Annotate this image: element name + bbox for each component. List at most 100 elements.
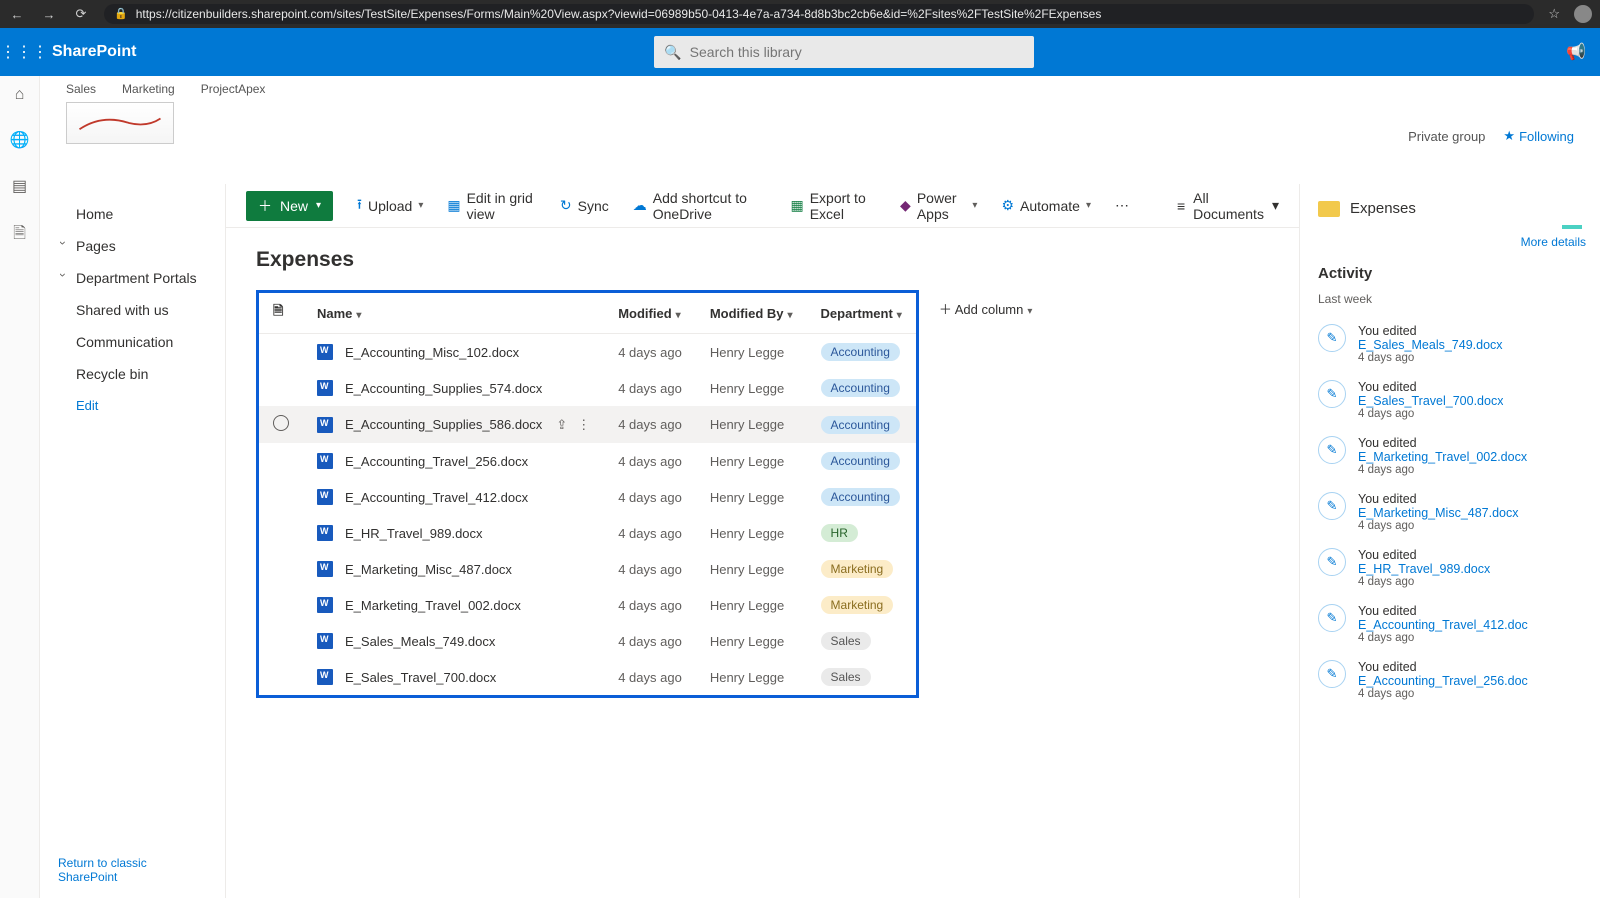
activity-item[interactable]: ✎You editedE_Accounting_Travel_256.docx4… — [1318, 652, 1600, 708]
app-launcher-icon[interactable]: ⋮⋮⋮ — [0, 42, 48, 62]
files-icon[interactable]: 🗎 — [13, 222, 26, 249]
activity-item[interactable]: ✎You editedE_HR_Travel_989.docx4 days ag… — [1318, 540, 1600, 596]
table-row[interactable]: E_HR_Travel_989.docx⇪⋮4 days agoHenry Le… — [259, 515, 916, 551]
add-column-button[interactable]: ＋ Add column▾ — [919, 290, 1053, 327]
table-row[interactable]: E_Accounting_Travel_256.docx⇪⋮4 days ago… — [259, 443, 916, 479]
modified-cell: 4 days ago — [604, 551, 696, 587]
view-switcher[interactable]: ≡All Documents▾ — [1177, 190, 1279, 222]
table-row[interactable]: E_Sales_Travel_700.docx⇪⋮4 days agoHenry… — [259, 659, 916, 695]
file-name[interactable]: E_Accounting_Misc_102.docx — [345, 345, 519, 360]
table-row[interactable]: E_Accounting_Supplies_574.docx⇪⋮4 days a… — [259, 370, 916, 406]
profile-avatar[interactable] — [1574, 5, 1592, 23]
file-name[interactable]: E_Accounting_Supplies_574.docx — [345, 381, 542, 396]
activity-time: 4 days ago — [1358, 352, 1503, 364]
table-row[interactable]: E_Marketing_Travel_002.docx⇪⋮4 days agoH… — [259, 587, 916, 623]
more-commands-button[interactable]: ⋯ — [1115, 197, 1129, 214]
automate-button[interactable]: ⚙Automate▾ — [1001, 197, 1091, 214]
globe-icon[interactable]: 🌐 — [10, 130, 30, 150]
top-link-marketing[interactable]: Marketing — [122, 82, 175, 96]
pencil-icon: ✎ — [1318, 492, 1346, 520]
activity-file-link[interactable]: E_HR_Travel_989.docx — [1358, 562, 1490, 576]
file-name[interactable]: E_Accounting_Supplies_586.docx — [345, 417, 542, 432]
activity-item[interactable]: ✎You editedE_Accounting_Travel_412.docx4… — [1318, 596, 1600, 652]
reload-button[interactable]: ⟳ — [72, 6, 90, 22]
modified-by-cell: Henry Legge — [696, 551, 807, 587]
nav-edit-link[interactable]: Edit — [40, 390, 225, 421]
browser-toolbar: ← → ⟳ 🔒 https://citizenbuilders.sharepoi… — [0, 0, 1600, 28]
word-file-icon — [317, 380, 333, 396]
file-name[interactable]: E_Sales_Meals_749.docx — [345, 634, 495, 649]
modified-cell: 4 days ago — [604, 370, 696, 406]
activity-file-link[interactable]: E_Marketing_Travel_002.docx — [1358, 450, 1527, 464]
search-input[interactable] — [690, 44, 1025, 60]
activity-file-link[interactable]: E_Sales_Travel_700.docx — [1358, 394, 1503, 408]
table-row[interactable]: E_Accounting_Supplies_586.docx⇪⋮4 days a… — [259, 406, 916, 443]
address-url: https://citizenbuilders.sharepoint.com/s… — [136, 4, 1102, 24]
file-name[interactable]: E_Sales_Travel_700.docx — [345, 670, 496, 685]
main-area: ＋ New ▾ ⭱Upload▾ ▦Edit in grid view ↻Syn… — [226, 184, 1300, 898]
more-details-link[interactable]: More details — [1318, 235, 1586, 249]
activity-group-label: Last week — [1318, 292, 1600, 306]
nav-shared-with-us[interactable]: Shared with us — [40, 294, 225, 326]
activity-item[interactable]: ✎You editedE_Sales_Meals_749.docx4 days … — [1318, 316, 1600, 372]
power-apps-button[interactable]: ◆Power Apps▾ — [900, 190, 977, 222]
nav-recycle-bin[interactable]: Recycle bin — [40, 358, 225, 390]
top-link-sales[interactable]: Sales — [66, 82, 96, 96]
following-button[interactable]: ★ Following — [1503, 128, 1574, 144]
details-pane: Expenses More details Activity Last week… — [1300, 184, 1600, 898]
table-row[interactable]: E_Accounting_Misc_102.docx⇪⋮4 days agoHe… — [259, 334, 916, 371]
edit-in-grid-button[interactable]: ▦Edit in grid view — [447, 190, 536, 222]
activity-action: You edited — [1358, 324, 1503, 338]
back-button[interactable]: ← — [8, 7, 26, 22]
share-icon[interactable]: ⇪ — [556, 417, 567, 433]
nav-home[interactable]: Home — [40, 198, 225, 230]
nav-department-portals[interactable]: Department Portals — [40, 262, 225, 294]
site-header: Sales Marketing ProjectApex Private grou… — [40, 76, 1600, 144]
add-shortcut-button[interactable]: ☁Add shortcut to OneDrive — [633, 190, 767, 222]
export-excel-button[interactable]: ▦Export to Excel — [790, 190, 876, 222]
bookmark-star-icon[interactable]: ☆ — [1548, 6, 1560, 22]
nav-communication[interactable]: Communication — [40, 326, 225, 358]
file-name[interactable]: E_HR_Travel_989.docx — [345, 526, 483, 541]
site-logo[interactable] — [66, 102, 174, 144]
table-row[interactable]: E_Sales_Meals_749.docx⇪⋮4 days agoHenry … — [259, 623, 916, 659]
activity-time: 4 days ago — [1358, 520, 1519, 532]
row-select-radio[interactable] — [273, 415, 289, 431]
news-icon[interactable]: ▤ — [12, 176, 27, 196]
col-modified-by[interactable]: Modified By▾ — [696, 293, 807, 334]
upload-button[interactable]: ⭱Upload▾ — [357, 194, 423, 218]
activity-file-link[interactable]: E_Accounting_Travel_412.docx — [1358, 618, 1528, 632]
address-bar[interactable]: 🔒 https://citizenbuilders.sharepoint.com… — [104, 4, 1534, 24]
sync-button[interactable]: ↻Sync — [560, 197, 609, 214]
modified-cell: 4 days ago — [604, 587, 696, 623]
col-modified[interactable]: Modified▾ — [604, 293, 696, 334]
col-name[interactable]: Name▾ — [303, 293, 604, 334]
activity-file-link[interactable]: E_Accounting_Travel_256.docx — [1358, 674, 1528, 688]
activity-item[interactable]: ✎You editedE_Marketing_Travel_002.docx4 … — [1318, 428, 1600, 484]
file-name[interactable]: E_Accounting_Travel_412.docx — [345, 490, 528, 505]
return-to-classic-link[interactable]: Return to classic SharePoint — [40, 842, 225, 898]
home-icon[interactable]: ⌂ — [15, 86, 25, 104]
upload-icon: ⭱ — [357, 194, 362, 218]
file-name[interactable]: E_Accounting_Travel_256.docx — [345, 454, 528, 469]
activity-file-link[interactable]: E_Marketing_Misc_487.docx — [1358, 506, 1519, 520]
nav-pages[interactable]: Pages — [40, 230, 225, 262]
activity-item[interactable]: ✎You editedE_Sales_Travel_700.docx4 days… — [1318, 372, 1600, 428]
activity-item[interactable]: ✎You editedE_Marketing_Misc_487.docx4 da… — [1318, 484, 1600, 540]
top-link-projectapex[interactable]: ProjectApex — [201, 82, 266, 96]
forward-button[interactable]: → — [40, 7, 58, 22]
activity-file-link[interactable]: E_Sales_Meals_749.docx — [1358, 338, 1503, 352]
modified-by-cell: Henry Legge — [696, 479, 807, 515]
search-box[interactable]: 🔍 — [654, 36, 1034, 68]
col-department[interactable]: Department▾ — [807, 293, 916, 334]
new-button[interactable]: ＋ New ▾ — [246, 191, 333, 221]
activity-time: 4 days ago — [1358, 576, 1490, 588]
more-actions-icon[interactable]: ⋮ — [577, 417, 590, 433]
file-type-header[interactable]: 🗎 — [259, 293, 303, 334]
table-row[interactable]: E_Marketing_Misc_487.docx⇪⋮4 days agoHen… — [259, 551, 916, 587]
megaphone-icon[interactable]: 📢 — [1552, 42, 1600, 62]
file-name[interactable]: E_Marketing_Travel_002.docx — [345, 598, 521, 613]
file-name[interactable]: E_Marketing_Misc_487.docx — [345, 562, 512, 577]
app-name[interactable]: SharePoint — [48, 43, 136, 61]
table-row[interactable]: E_Accounting_Travel_412.docx⇪⋮4 days ago… — [259, 479, 916, 515]
